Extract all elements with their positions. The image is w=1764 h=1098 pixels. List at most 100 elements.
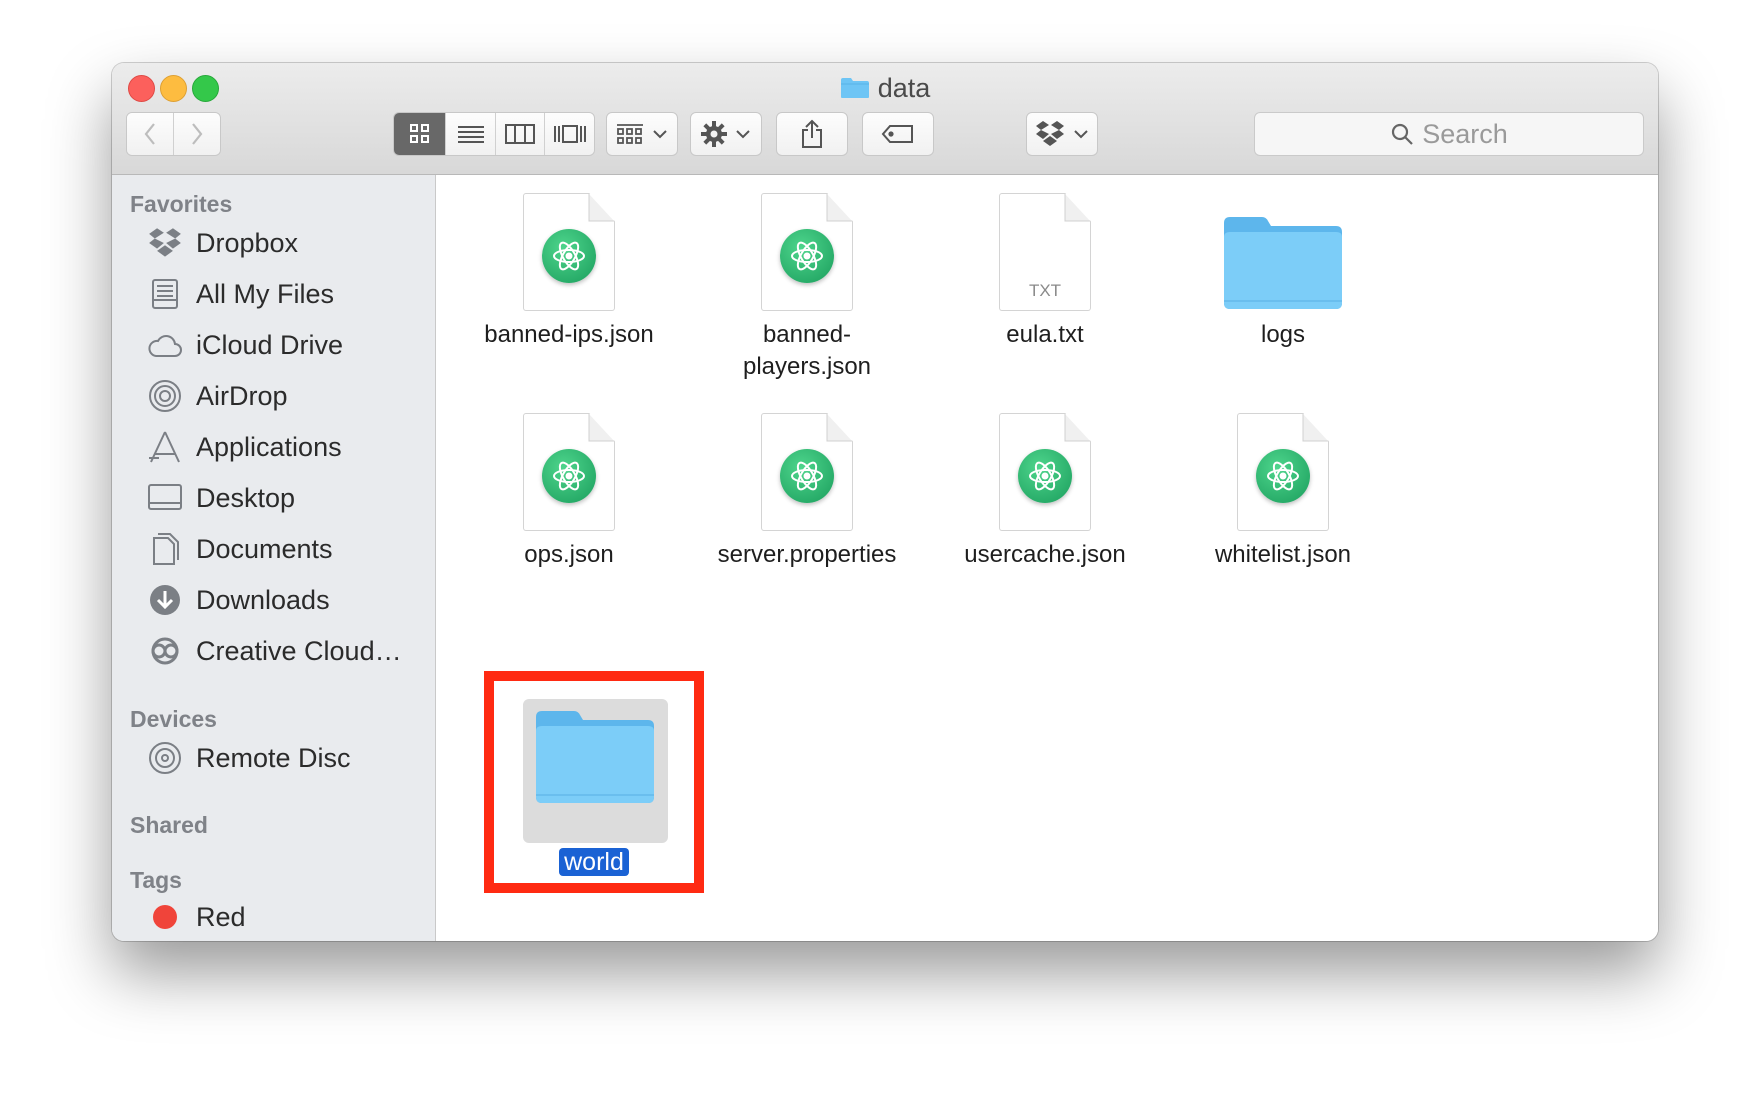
- forward-button[interactable]: [174, 113, 220, 155]
- file-item-banned-ips[interactable]: banned-ips.json: [459, 193, 679, 351]
- dropbox-button[interactable]: [1026, 112, 1098, 156]
- tags-heading: Tags: [130, 867, 182, 893]
- finder-window: data Search Favorites Dropbox All My Fil…: [112, 63, 1658, 941]
- file-name: banned-players.json: [742, 321, 872, 380]
- file-name: banned-ips.json: [484, 321, 654, 348]
- sidebar-item-label: Applications: [196, 431, 342, 462]
- nav-buttons: [126, 112, 221, 156]
- coverflow-view-button[interactable]: [545, 113, 594, 155]
- sidebar-item-documents[interactable]: Documents: [146, 529, 333, 569]
- desktop-icon: [146, 480, 184, 516]
- file-name: world: [559, 848, 629, 876]
- dropbox-icon: [1036, 121, 1064, 146]
- column-view-button[interactable]: [496, 113, 545, 155]
- sidebar-item-tag-red[interactable]: Red: [146, 897, 246, 937]
- view-mode-control: [393, 112, 595, 156]
- documents-icon: [146, 531, 184, 567]
- atom-icon: [1018, 449, 1072, 503]
- sidebar-item-dropbox[interactable]: Dropbox: [146, 223, 298, 263]
- sidebar-item-label: iCloud Drive: [196, 329, 344, 360]
- sidebar-item-label: Desktop: [196, 482, 296, 513]
- sidebar-item-label: AirDrop: [196, 380, 288, 411]
- back-button[interactable]: [127, 113, 174, 155]
- titlebar: data Search: [112, 63, 1658, 175]
- devices-heading: Devices: [130, 706, 217, 732]
- chevron-down-icon: [653, 130, 667, 139]
- sidebar-item-airdrop[interactable]: AirDrop: [146, 376, 288, 416]
- search-icon: [1392, 123, 1413, 145]
- window-title-text: data: [877, 73, 931, 103]
- document-icon: [523, 413, 615, 531]
- shared-heading: Shared: [130, 812, 208, 838]
- atom-icon: [542, 229, 596, 283]
- sidebar-item-label: All My Files: [196, 278, 335, 309]
- file-item-ops[interactable]: ops.json: [459, 413, 679, 571]
- sidebar-item-label: Documents: [196, 533, 333, 564]
- file-item-logs[interactable]: logs: [1173, 193, 1393, 351]
- share-icon: [802, 119, 822, 148]
- arrange-icon: [617, 124, 643, 144]
- file-name: whitelist.json: [1214, 541, 1352, 568]
- file-item-banned-players[interactable]: banned-players.json: [697, 193, 917, 383]
- sidebar-item-icloud-drive[interactable]: iCloud Drive: [146, 325, 343, 365]
- search-field[interactable]: Search: [1254, 112, 1644, 156]
- action-button[interactable]: [690, 112, 762, 156]
- arrange-button[interactable]: [606, 112, 678, 156]
- atom-icon: [780, 449, 834, 503]
- file-item-eula[interactable]: TXT eula.txt: [935, 193, 1155, 351]
- icon-view-button[interactable]: [394, 113, 446, 155]
- columns-icon: [505, 124, 535, 144]
- coverflow-icon: [553, 125, 586, 143]
- share-button[interactable]: [776, 112, 848, 156]
- sidebar-item-label: Red: [196, 901, 246, 932]
- document-icon: [761, 193, 853, 311]
- document-icon: [761, 413, 853, 531]
- chevron-down-icon: [736, 130, 750, 139]
- disc-icon: [146, 740, 184, 776]
- sidebar-item-label: Dropbox: [196, 227, 299, 258]
- tag-icon: [881, 125, 913, 143]
- sidebar-item-desktop[interactable]: Desktop: [146, 478, 295, 518]
- dropbox-icon: [146, 225, 184, 261]
- sidebar-item-all-my-files[interactable]: All My Files: [146, 274, 334, 314]
- file-type-badge: TXT: [1028, 281, 1062, 300]
- gear-icon: [701, 121, 727, 147]
- document-icon: [1237, 413, 1329, 531]
- sidebar-item-creative-cloud[interactable]: Creative Cloud…: [146, 631, 402, 671]
- chevron-down-icon: [1074, 130, 1088, 139]
- folder-icon: [1224, 217, 1342, 309]
- atom-icon: [542, 449, 596, 503]
- file-item-world[interactable]: world: [484, 671, 704, 893]
- sidebar-item-label: Downloads: [196, 584, 330, 615]
- list-view-button[interactable]: [446, 113, 496, 155]
- sidebar: Favorites Dropbox All My Files iCloud Dr…: [112, 175, 436, 941]
- sidebar-item-remote-disc[interactable]: Remote Disc: [146, 738, 351, 778]
- chevron-left-icon: [144, 123, 155, 145]
- file-name: eula.txt: [1006, 321, 1084, 348]
- document-icon: [999, 413, 1091, 531]
- file-item-whitelist[interactable]: whitelist.json: [1173, 413, 1393, 571]
- chevron-right-icon: [192, 123, 203, 145]
- folder-icon: [840, 78, 869, 98]
- atom-icon: [1256, 449, 1310, 503]
- applications-icon: [146, 429, 184, 465]
- file-icon-grid: banned-ips.json banned-players.json TXT …: [436, 175, 1658, 941]
- file-name: logs: [1260, 321, 1306, 348]
- sidebar-item-label: Remote Disc: [196, 742, 351, 773]
- file-item-server-properties[interactable]: server.properties: [697, 413, 917, 571]
- window-title: data: [112, 73, 1658, 104]
- file-name: ops.json: [524, 541, 614, 568]
- sidebar-item-downloads[interactable]: Downloads: [146, 580, 330, 620]
- sidebar-item-label: Creative Cloud…: [196, 635, 402, 666]
- folder-icon: [536, 711, 654, 803]
- cloud-icon: [146, 327, 184, 363]
- atom-icon: [780, 229, 834, 283]
- creative-cloud-icon: [146, 633, 184, 669]
- all-files-icon: [146, 276, 184, 312]
- file-item-usercache[interactable]: usercache.json: [935, 413, 1155, 571]
- grid-icon: [409, 124, 429, 143]
- tag-button[interactable]: [862, 112, 934, 156]
- list-icon: [457, 126, 484, 143]
- sidebar-item-applications[interactable]: Applications: [146, 427, 342, 467]
- favorites-heading: Favorites: [130, 191, 233, 217]
